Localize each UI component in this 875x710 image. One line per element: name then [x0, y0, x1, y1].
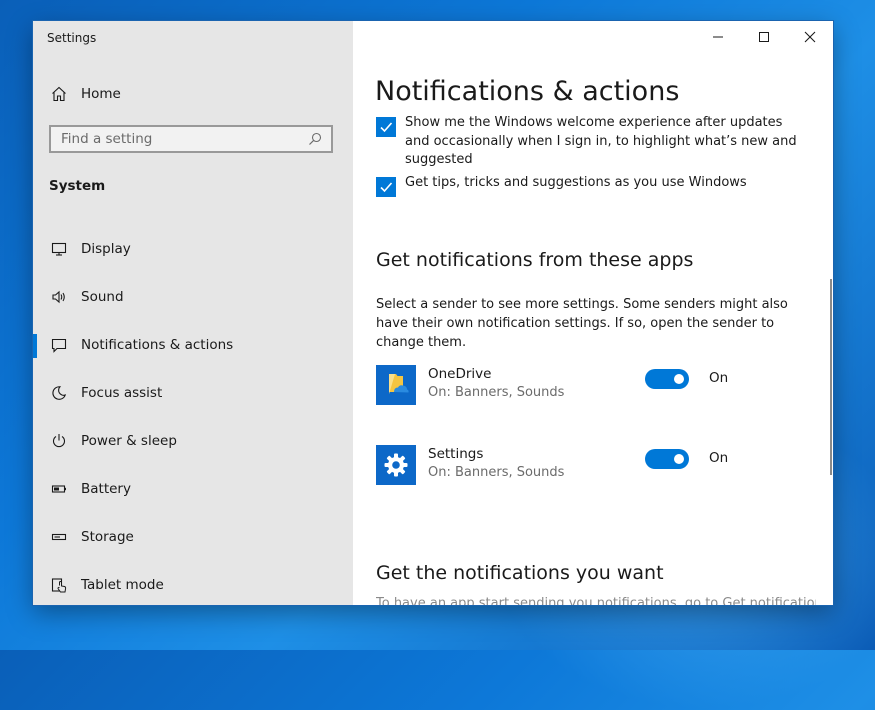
sidebar-item-label: Storage	[81, 529, 134, 545]
sidebar-item-home[interactable]: Home	[33, 77, 353, 111]
app-row-onedrive[interactable]: OneDrive On: Banners, Sounds On	[376, 365, 816, 405]
checkbox-label: Get tips, tricks and suggestions as you …	[405, 175, 747, 190]
sound-icon	[49, 287, 69, 307]
sidebar-item-focus-assist[interactable]: Focus assist	[33, 369, 353, 417]
sidebar-item-label: Tablet mode	[81, 577, 164, 593]
sidebar-item-storage[interactable]: Storage	[33, 513, 353, 561]
onedrive-toggle[interactable]	[645, 369, 689, 389]
close-icon	[804, 31, 816, 43]
toggle-state-label: On	[709, 370, 729, 386]
sidebar-item-label: Battery	[81, 481, 131, 497]
sidebar: Settings Home Find a setting System Disp…	[33, 21, 353, 605]
settings-toggle[interactable]	[645, 449, 689, 469]
welcome-experience-checkbox[interactable]	[376, 117, 396, 137]
sidebar-nav: Display Sound Notifications & actions Fo…	[33, 225, 353, 605]
notifications-you-want-heading: Get the notifications you want	[376, 562, 664, 584]
tips-checkbox[interactable]	[376, 177, 396, 197]
minimize-icon	[713, 36, 723, 38]
storage-icon	[49, 527, 69, 547]
sidebar-section-title: System	[49, 178, 106, 194]
settings-gear-icon	[376, 445, 416, 485]
search-input[interactable]: Find a setting	[49, 125, 333, 153]
checkmark-icon	[380, 182, 393, 193]
sidebar-item-battery[interactable]: Battery	[33, 465, 353, 513]
sidebar-item-label: Power & sleep	[81, 433, 177, 449]
search-icon[interactable]	[303, 132, 327, 146]
sidebar-item-label: Notifications & actions	[81, 337, 234, 353]
sidebar-item-sound[interactable]: Sound	[33, 273, 353, 321]
search-placeholder: Find a setting	[61, 131, 153, 147]
display-icon	[49, 239, 69, 259]
checkmark-icon	[380, 122, 393, 133]
sidebar-item-label: Home	[81, 86, 121, 102]
app-name: Settings	[428, 446, 484, 462]
window-title: Settings	[47, 31, 97, 45]
main-content: Notifications & actions Show me the Wind…	[353, 21, 833, 605]
welcome-experience-checkbox-row[interactable]: Show me the Windows welcome experience a…	[376, 115, 805, 170]
apps-heading: Get notifications from these apps	[376, 249, 694, 271]
scrollbar[interactable]	[830, 279, 832, 475]
tablet-mode-icon	[49, 575, 69, 595]
maximize-button[interactable]	[741, 21, 787, 53]
onedrive-icon	[376, 365, 416, 405]
toggle-state-label: On	[709, 450, 729, 466]
sidebar-item-label: Sound	[81, 289, 124, 305]
home-icon	[49, 84, 69, 104]
sidebar-item-tablet-mode[interactable]: Tablet mode	[33, 561, 353, 605]
tips-checkbox-row[interactable]: Get tips, tricks and suggestions as you …	[376, 175, 805, 197]
toggle-knob	[674, 374, 684, 384]
settings-window: Settings Home Find a setting System Disp…	[33, 21, 833, 605]
close-button[interactable]	[787, 21, 833, 53]
window-controls	[695, 21, 833, 53]
sidebar-item-notifications[interactable]: Notifications & actions	[33, 321, 353, 369]
checkbox-label: Show me the Windows welcome experience a…	[405, 115, 797, 167]
notifications-icon	[49, 335, 69, 355]
sidebar-item-label: Focus assist	[81, 385, 163, 401]
sidebar-item-power-sleep[interactable]: Power & sleep	[33, 417, 353, 465]
maximize-icon	[759, 32, 769, 42]
notifications-you-want-text: To have an app start sending you notific…	[376, 596, 816, 605]
app-notification-detail: On: Banners, Sounds	[428, 465, 565, 480]
app-name: OneDrive	[428, 366, 492, 382]
toggle-knob	[674, 454, 684, 464]
page-title: Notifications & actions	[375, 76, 680, 107]
power-icon	[49, 431, 69, 451]
battery-icon	[49, 479, 69, 499]
app-row-settings[interactable]: Settings On: Banners, Sounds On	[376, 445, 816, 485]
apps-description: Select a sender to see more settings. So…	[376, 297, 788, 350]
sidebar-item-display[interactable]: Display	[33, 225, 353, 273]
minimize-button[interactable]	[695, 21, 741, 53]
moon-icon	[49, 383, 69, 403]
sidebar-item-label: Display	[81, 241, 131, 257]
app-notification-detail: On: Banners, Sounds	[428, 385, 565, 400]
